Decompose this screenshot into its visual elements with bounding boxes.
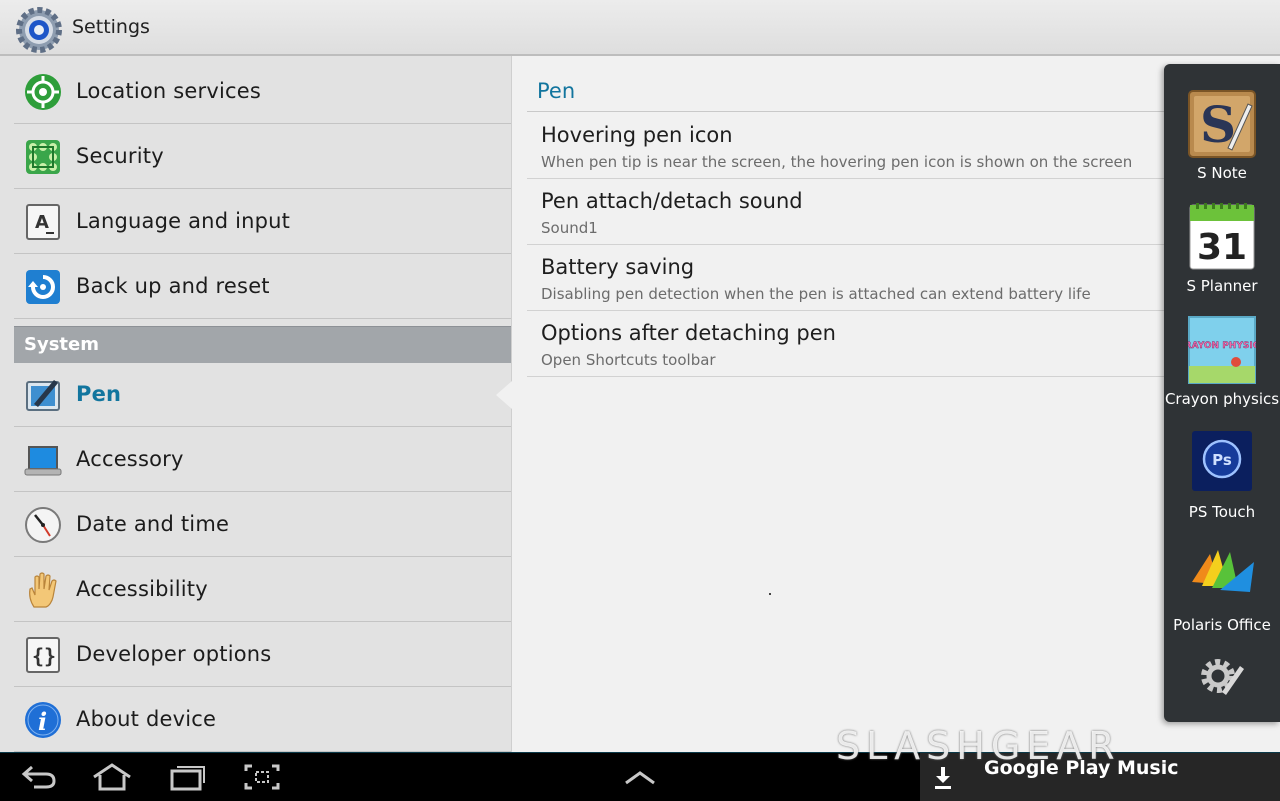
tray-app-s-note[interactable]: S S Note (1164, 90, 1280, 202)
info-icon: i (25, 702, 61, 738)
s-note-icon: S (1188, 90, 1256, 158)
option-title: Hovering pen icon (541, 123, 733, 147)
sidebar-item-label: Location services (76, 79, 262, 103)
section-header-label: System (24, 334, 99, 355)
tray-app-s-planner[interactable]: 31 S Planner (1164, 203, 1280, 315)
settings-list[interactable]: Location services Security A Language an… (14, 60, 511, 752)
hand-icon (29, 572, 57, 608)
back-icon[interactable] (20, 763, 60, 791)
settings-gear-icon[interactable] (16, 7, 62, 53)
option-title: Options after detaching pen (541, 321, 836, 345)
tray-app-label: S Planner (1186, 277, 1258, 295)
sidebar-item-pen[interactable]: Pen (14, 363, 511, 427)
sidebar-item-accessibility[interactable]: Accessibility (14, 558, 511, 622)
svg-text:A: A (35, 212, 49, 233)
option-pen-attach-detach-sound[interactable]: Pen attach/detach sound Sound1 (527, 179, 1182, 245)
sidebar-item-language-and-input[interactable]: A Language and input (14, 190, 511, 254)
option-summary: When pen tip is near the screen, the hov… (541, 153, 1133, 171)
svg-text:{}: {} (32, 644, 56, 668)
sidebar-item-label: Date and time (76, 512, 230, 536)
gear-pen-icon[interactable] (1198, 652, 1246, 700)
action-bar: Settings (0, 0, 1280, 56)
page-title: Settings (72, 16, 150, 38)
tray-app-label: Polaris Office (1173, 616, 1271, 634)
option-summary: Open Shortcuts toolbar (541, 351, 716, 369)
sidebar-item-accessory[interactable]: Accessory (14, 428, 511, 492)
divider (527, 111, 1182, 112)
location-icon (25, 74, 61, 110)
sidebar-item-security[interactable]: Security (14, 125, 511, 189)
option-summary: Disabling pen detection when the pen is … (541, 285, 1091, 303)
sidebar-item-label: Back up and reset (76, 274, 270, 298)
left-gutter (0, 56, 14, 752)
backup-reset-icon (26, 270, 60, 304)
crayon-physics-logo-text: CRAYON PHYSICS (1188, 341, 1256, 351)
ps-touch-icon: Ps (1192, 431, 1252, 491)
home-icon[interactable] (92, 763, 132, 791)
sidebar-item-developer-options[interactable]: {} Developer options (14, 623, 511, 687)
option-title: Pen attach/detach sound (541, 189, 803, 213)
option-battery-saving[interactable]: Battery saving Disabling pen detection w… (527, 245, 1182, 311)
detail-section-title: Pen (537, 79, 576, 103)
pen-tablet-icon (26, 380, 60, 411)
sidebar-item-label: Pen (76, 382, 122, 406)
sidebar-item-label: Developer options (76, 642, 272, 666)
chevron-up-icon[interactable] (620, 763, 660, 791)
sidebar-item-label: Accessory (76, 447, 184, 471)
tray-app-label: S Note (1197, 164, 1247, 182)
polaris-office-icon (1192, 550, 1254, 592)
tray-app-label: Crayon physics (1164, 390, 1280, 408)
pen-app-tray[interactable]: S S Note 31 S Planner CRAYON PHYSICS Cra… (1164, 64, 1280, 722)
svg-text:i: i (38, 707, 47, 736)
screenshot-icon[interactable] (242, 763, 282, 791)
selection-pointer-icon (496, 381, 512, 409)
option-hovering-pen-icon[interactable]: Hovering pen icon When pen tip is near t… (527, 113, 1182, 179)
tray-app-ps-touch[interactable]: Ps PS Touch (1164, 429, 1280, 541)
sidebar-item-location-services[interactable]: Location services (14, 60, 511, 124)
option-options-after-detaching-pen[interactable]: Options after detaching pen Open Shortcu… (527, 311, 1182, 377)
clock-icon (25, 507, 61, 543)
braces-icon: {} (26, 637, 60, 673)
section-header-system: System (14, 326, 511, 363)
security-grid-icon (26, 140, 60, 174)
calendar-icon: 31 (1189, 203, 1255, 270)
sidebar-item-backup-reset[interactable]: Back up and reset (14, 255, 511, 319)
ps-logo-text: Ps (1212, 451, 1232, 469)
tray-app-label: PS Touch (1188, 503, 1256, 521)
watermark-logo: SLASHGEAR (836, 724, 1121, 768)
laptop-accessory-icon (24, 446, 62, 476)
tray-app-crayon-physics[interactable]: CRAYON PHYSICS Crayon physics (1164, 316, 1280, 428)
recent-apps-icon[interactable] (168, 763, 208, 791)
sidebar-item-label: Security (76, 144, 164, 168)
sidebar-item-date-and-time[interactable]: Date and time (14, 493, 511, 557)
sidebar-item-label: Accessibility (76, 577, 208, 601)
sidebar-item-about-device[interactable]: i About device (14, 688, 511, 752)
sidebar-item-label: About device (76, 707, 217, 731)
crayon-physics-icon: CRAYON PHYSICS (1188, 316, 1256, 384)
pen-hover-cursor (769, 593, 771, 595)
keyboard-a-icon: A (26, 204, 60, 240)
tray-app-polaris-office[interactable]: Polaris Office (1164, 542, 1280, 654)
download-icon (935, 767, 951, 789)
calendar-day: 31 (1197, 227, 1247, 268)
sidebar-item-label: Language and input (76, 209, 291, 233)
option-summary: Sound1 (541, 219, 598, 237)
option-title: Battery saving (541, 255, 695, 279)
